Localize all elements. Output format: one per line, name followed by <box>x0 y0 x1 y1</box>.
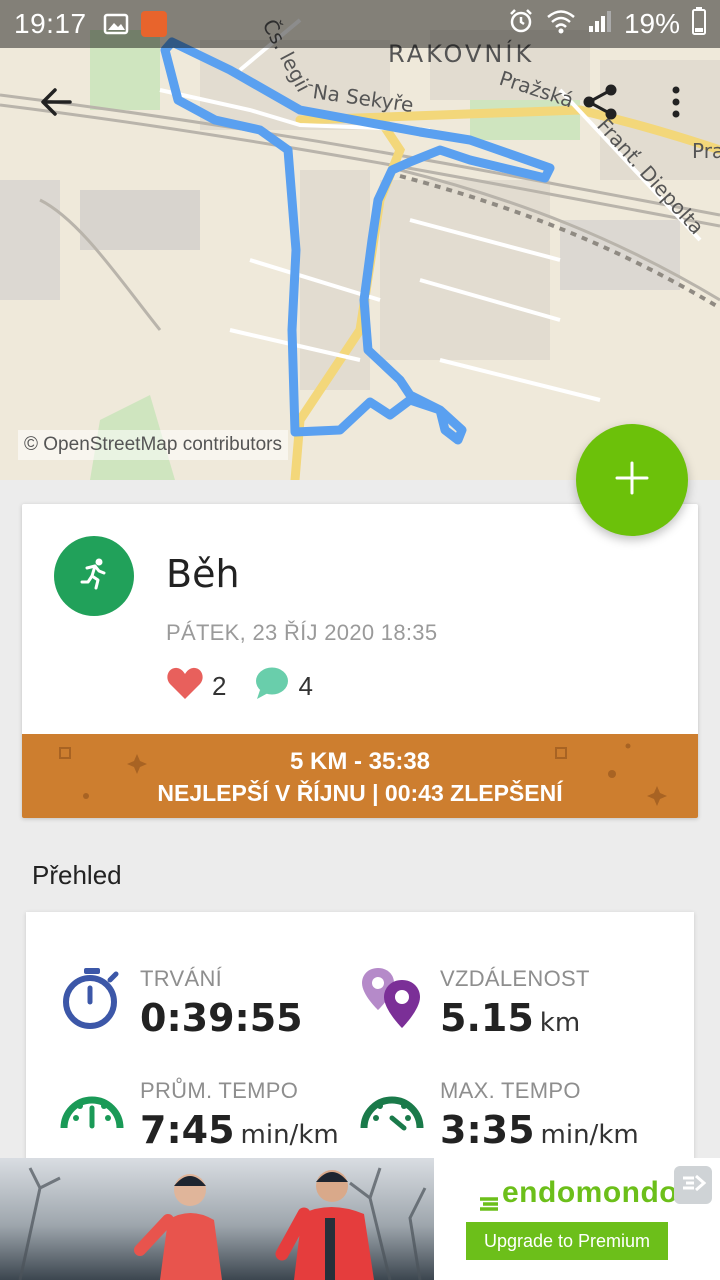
image-icon <box>103 11 129 37</box>
stat-distance-number: 5.15 <box>440 996 534 1040</box>
stat-duration-number: 0:39:55 <box>140 996 303 1040</box>
comments-count: 4 <box>298 671 313 701</box>
ad-brand-text: endomondo <box>502 1176 679 1209</box>
stat-avg-pace-label: PRŮM. TEMPO <box>140 1078 299 1103</box>
stat-duration-value: 0:39:55 <box>140 996 303 1040</box>
stat-max-pace-number: 3:35 <box>440 1108 535 1152</box>
stat-max-pace-value: 3:35 min/km <box>440 1108 639 1152</box>
overview-card: TRVÁNÍ 0:39:55 VZDÁLENOST 5.15 km PRŮM. T… <box>26 912 694 1172</box>
more-vert-icon <box>670 84 682 125</box>
status-time: 19:17 <box>14 8 87 39</box>
brand-mark-icon <box>478 1186 500 1211</box>
add-fab-button[interactable] <box>576 424 688 536</box>
map-attribution[interactable]: © OpenStreetMap contributors <box>18 430 288 460</box>
running-icon <box>77 557 111 596</box>
status-right: 19% <box>508 6 706 42</box>
social-row: 2 4 <box>166 666 341 707</box>
workout-title: Běh <box>166 552 240 596</box>
plus-icon <box>615 461 649 500</box>
map-label-pra: Pra <box>692 139 720 163</box>
overview-heading: Přehled <box>32 860 122 890</box>
map-tiles: RAKOVNÍK Na Sekyře Pražská Franť. Diepol… <box>0 0 720 480</box>
likes-count: 2 <box>212 671 227 701</box>
ad-promo[interactable]: endomondo Upgrade to Premium <box>434 1158 720 1280</box>
sport-badge <box>54 536 134 616</box>
ad-badge-icon <box>680 1172 707 1199</box>
workout-card: Běh PÁTEK, 23 ŘÍJ 2020 18:35 2 4 5 KM - … <box>22 504 698 818</box>
endomondo-logo: endomondo <box>478 1176 679 1211</box>
stat-distance-value: 5.15 km <box>440 996 580 1040</box>
share-icon <box>580 82 620 127</box>
stat-max-pace-unit: min/km <box>540 1120 639 1150</box>
stat-avg-pace-number: 7:45 <box>140 1108 235 1152</box>
share-button[interactable] <box>576 80 624 128</box>
signal-icon <box>588 8 612 41</box>
comment-bubble-icon <box>254 666 298 707</box>
status-bar: 19:17 19% <box>0 0 720 48</box>
heart-icon <box>166 666 212 707</box>
ad-close-button[interactable] <box>674 1166 712 1204</box>
stat-duration-label: TRVÁNÍ <box>140 966 223 991</box>
more-options-button[interactable] <box>652 80 700 128</box>
likes-button[interactable]: 2 <box>166 666 226 707</box>
battery-percent: 19% <box>623 8 680 39</box>
banner-result: 5 KM - 35:38 <box>289 748 431 775</box>
speedometer-icon <box>60 1078 124 1142</box>
app-notification-icon <box>140 11 167 37</box>
stopwatch-icon <box>60 966 124 1030</box>
arrow-back-icon <box>38 84 74 125</box>
alarm-icon <box>508 8 534 41</box>
speedometer-max-icon <box>360 1078 424 1142</box>
upgrade-premium-button[interactable]: Upgrade to Premium <box>466 1222 668 1260</box>
stat-avg-pace-unit: min/km <box>240 1120 339 1150</box>
stat-distance-label: VZDÁLENOST <box>440 966 590 991</box>
workout-date: PÁTEK, 23 ŘÍJ 2020 18:35 <box>166 620 438 645</box>
stat-distance-unit: km <box>539 1008 581 1038</box>
battery-icon <box>692 6 706 42</box>
banner-achievement: NEJLEPŠÍ V ŘÍJNU | 00:43 ZLEPŠENÍ <box>157 780 563 806</box>
wifi-icon <box>546 8 576 41</box>
stat-avg-pace-value: 7:45 min/km <box>140 1108 339 1152</box>
ad-runners-image <box>0 1158 434 1280</box>
back-button[interactable] <box>32 80 80 128</box>
ad-banner[interactable]: endomondo Upgrade to Premium <box>0 1158 720 1280</box>
stat-max-pace-label: MAX. TEMPO <box>440 1078 581 1103</box>
comments-button[interactable]: 4 <box>254 666 313 707</box>
route-map[interactable]: RAKOVNÍK Na Sekyře Pražská Franť. Diepol… <box>0 0 720 480</box>
location-pins-icon <box>360 966 424 1030</box>
personal-best-banner[interactable]: 5 KM - 35:38 NEJLEPŠÍ V ŘÍJNU | 00:43 ZL… <box>22 734 698 818</box>
